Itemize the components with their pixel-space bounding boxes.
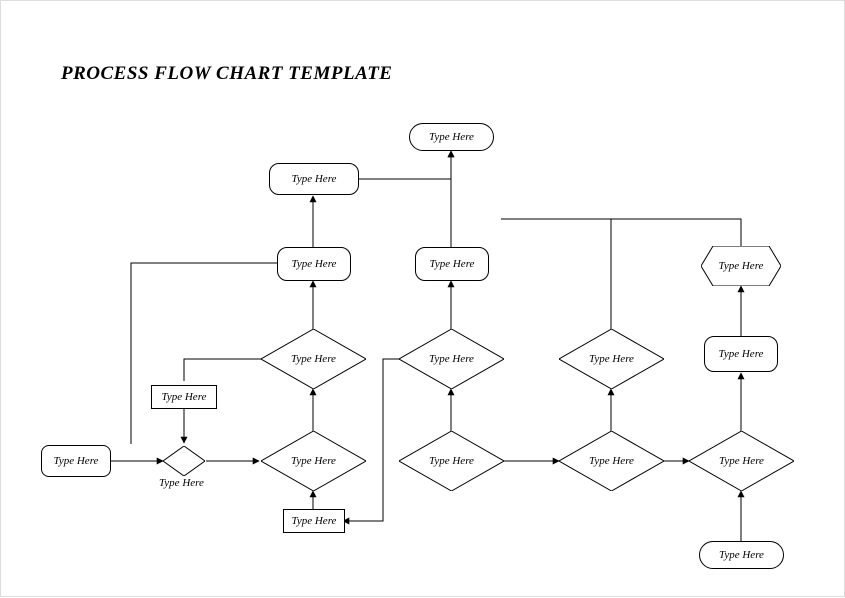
page-title: PROCESS FLOW CHART TEMPLATE — [61, 63, 392, 85]
decision-2a[interactable]: Type Here — [399, 329, 504, 389]
hexagon-right[interactable]: Type Here — [701, 246, 781, 286]
terminator-bottom-right-label: Type Here — [719, 549, 764, 561]
process-mid-1-label: Type Here — [292, 258, 337, 270]
process-mid-2[interactable]: Type Here — [415, 247, 489, 281]
terminator-top-label: Type Here — [429, 131, 474, 143]
terminator-bottom-right[interactable]: Type Here — [699, 541, 784, 569]
rect-small-bottom[interactable]: Type Here — [283, 509, 345, 533]
decision-1a[interactable]: Type Here — [261, 329, 366, 389]
process-mid-1[interactable]: Type Here — [277, 247, 351, 281]
rect-small-bottom-label: Type Here — [292, 515, 337, 527]
terminator-top[interactable]: Type Here — [409, 123, 494, 151]
decision-3b[interactable]: Type Here — [559, 431, 664, 491]
flowchart-canvas: PROCESS FLOW CHART TEMPLATE — [0, 0, 845, 597]
process-top-wide-label: Type Here — [292, 173, 337, 185]
process-top-wide[interactable]: Type Here — [269, 163, 359, 195]
connector-layer — [1, 1, 845, 598]
decision-1b[interactable]: Type Here — [261, 431, 366, 491]
decision-3a[interactable]: Type Here — [559, 329, 664, 389]
terminator-left[interactable]: Type Here — [41, 445, 111, 477]
process-right-mid[interactable]: Type Here — [704, 336, 778, 372]
decision-small-label: Type Here — [159, 477, 204, 489]
process-mid-2-label: Type Here — [430, 258, 475, 270]
process-right-mid-label: Type Here — [719, 348, 764, 360]
decision-2b[interactable]: Type Here — [399, 431, 504, 491]
terminator-left-label: Type Here — [54, 455, 99, 467]
decision-small[interactable] — [163, 446, 205, 476]
decision-4b[interactable]: Type Here — [689, 431, 794, 491]
rect-small-left-label: Type Here — [162, 391, 207, 403]
rect-small-left[interactable]: Type Here — [151, 385, 217, 409]
